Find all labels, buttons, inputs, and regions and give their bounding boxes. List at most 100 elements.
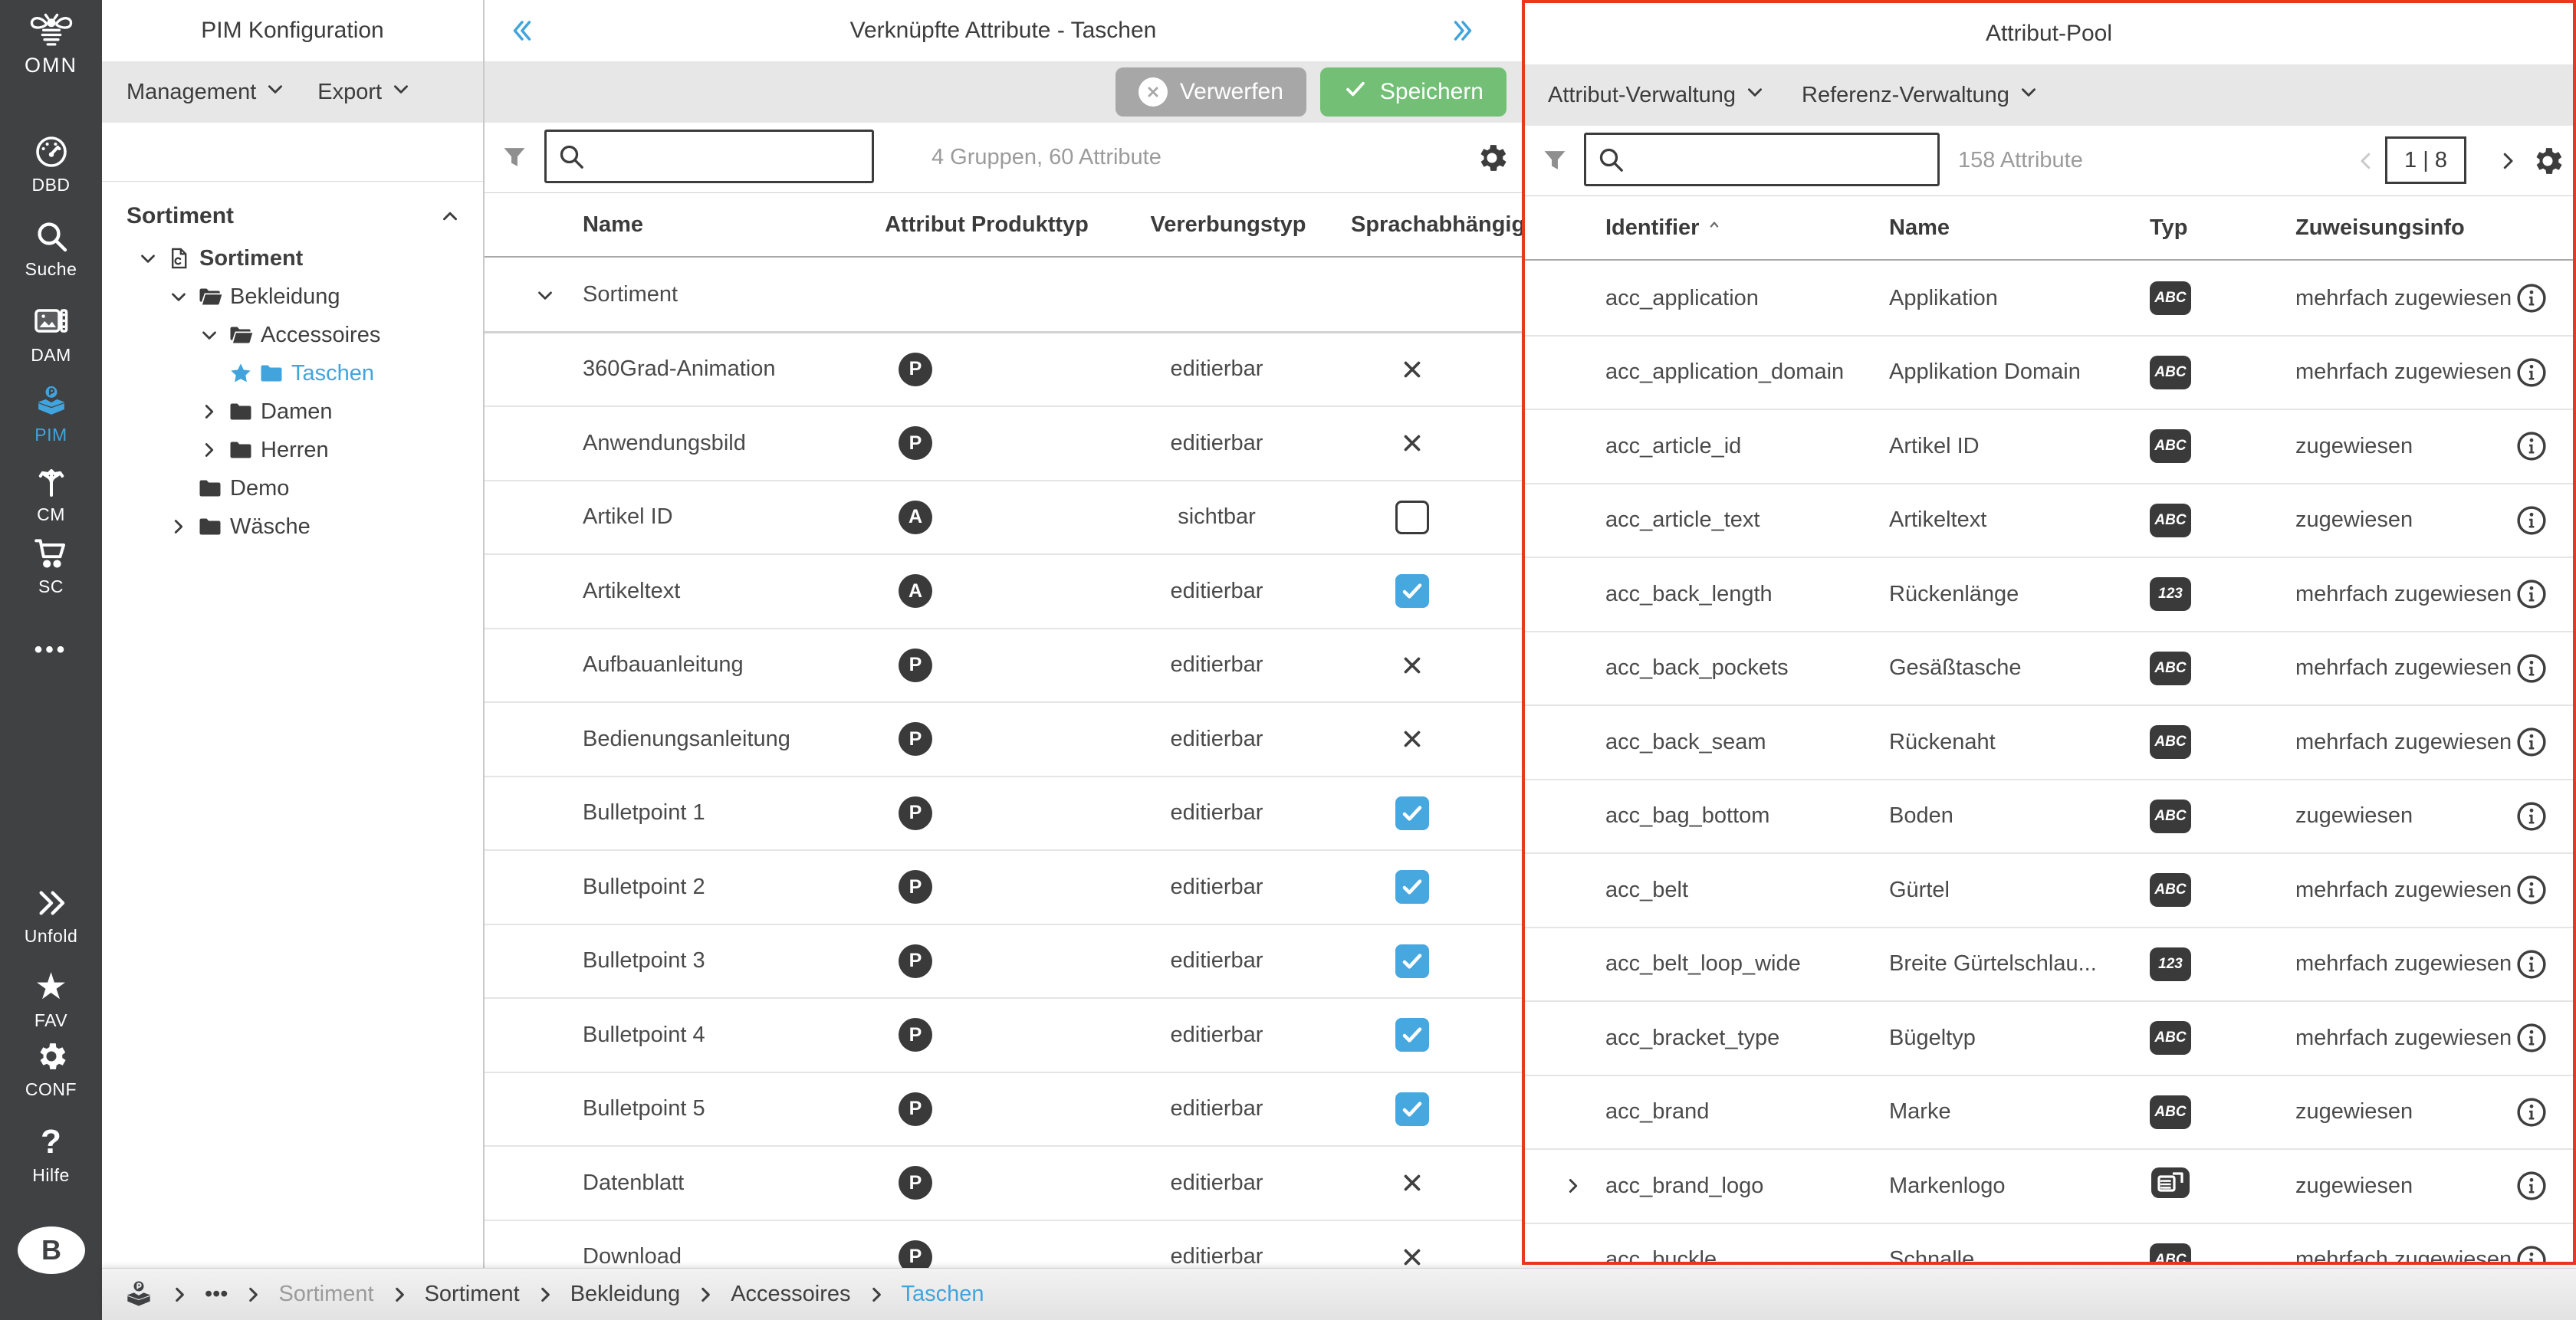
table-row[interactable]: DatenblattPeditierbar [485, 1147, 1522, 1221]
user-avatar[interactable]: B [18, 1226, 85, 1274]
info-icon[interactable] [2514, 558, 2549, 631]
table-row[interactable]: AufbauanleitungPeditierbar [485, 629, 1522, 704]
tree-item-w-sche[interactable]: Wäsche [102, 507, 483, 546]
info-icon[interactable] [2514, 262, 2549, 335]
chevron-down-icon[interactable] [534, 259, 564, 331]
language-dependent-checkbox[interactable] [1395, 1018, 1429, 1052]
table-row[interactable]: Bulletpoint 4Peditierbar [485, 999, 1522, 1073]
page-indicator[interactable]: 1 | 8 [2385, 136, 2466, 184]
table-row[interactable]: AnwendungsbildPeditierbar [485, 407, 1522, 481]
attribute-group-row[interactable]: Sortiment [485, 259, 1522, 333]
collapse-section-icon[interactable] [439, 205, 462, 228]
language-dependent-checkbox[interactable] [1395, 574, 1429, 608]
filter-funnel-icon[interactable] [500, 143, 529, 176]
breadcrumb-home-icon[interactable] [123, 1279, 154, 1310]
filter-funnel-icon[interactable] [1540, 146, 1569, 179]
table-row[interactable]: acc_brandMarkeABCzugewiesen [1525, 1076, 2573, 1151]
info-icon[interactable] [2514, 1150, 2549, 1223]
column-header-vererbungstyp[interactable]: Vererbungstyp [1113, 194, 1343, 256]
table-row[interactable]: acc_brand_logoMarkenlogozugewiesen [1525, 1150, 2573, 1224]
language-dependent-checkbox[interactable] [1395, 870, 1429, 904]
language-dependent-checkbox[interactable] [1395, 501, 1429, 534]
attribut-verwaltung-menu[interactable]: Attribut-Verwaltung [1548, 82, 1765, 108]
breadcrumb-item[interactable]: Taschen [902, 1282, 984, 1307]
column-header-sprachabhaengig[interactable]: Sprachabhängig [1351, 194, 1522, 256]
sidebar-item-dam[interactable]: DAM [0, 302, 102, 366]
table-row[interactable]: acc_application_domainApplikation Domain… [1525, 337, 2573, 411]
sidebar-item-cm[interactable]: CM [0, 461, 102, 525]
column-header-identifier[interactable]: Identifier [1605, 197, 1722, 259]
table-row[interactable]: acc_back_seamRückenahtABCmehrfach zugewi… [1525, 706, 2573, 780]
sidebar-item-fav[interactable]: ★FAV [0, 967, 102, 1031]
search-input[interactable] [1626, 147, 1937, 172]
column-header-name[interactable]: Name [583, 194, 643, 256]
sidebar-item-dbd[interactable]: DBD [0, 132, 102, 195]
expand-row-icon[interactable] [1562, 1150, 1592, 1223]
chevron-right-icon[interactable] [198, 400, 227, 423]
table-row[interactable]: Artikel IDAsichtbar [485, 481, 1522, 556]
breadcrumb-item[interactable]: Sortiment [425, 1282, 520, 1307]
info-icon[interactable] [2514, 854, 2549, 927]
table-row[interactable]: acc_bracket_typeBügeltypABCmehrfach zuge… [1525, 1002, 2573, 1076]
table-row[interactable]: acc_article_textArtikeltextABCzugewiesen [1525, 484, 2573, 559]
table-row[interactable]: ArtikeltextAeditierbar [485, 555, 1522, 629]
chevron-down-icon[interactable] [136, 247, 166, 270]
save-button[interactable]: Speichern [1320, 67, 1506, 117]
info-icon[interactable] [2514, 1224, 2549, 1266]
sidebar-item-suche[interactable]: Suche [0, 216, 102, 280]
tree-item-sortiment[interactable]: Sortiment [102, 239, 483, 277]
chevron-right-icon[interactable] [167, 515, 196, 538]
info-icon[interactable] [2514, 632, 2549, 705]
chevron-down-icon[interactable] [167, 285, 196, 308]
table-row[interactable]: acc_applicationApplikationABCmehrfach zu… [1525, 262, 2573, 337]
breadcrumb-item[interactable]: Bekleidung [570, 1282, 681, 1307]
table-row[interactable]: Bulletpoint 5Peditierbar [485, 1073, 1522, 1148]
breadcrumb-item[interactable]: Sortiment [278, 1282, 373, 1307]
sidebar-item-unfold[interactable]: Unfold [0, 883, 102, 947]
search-input[interactable] [586, 144, 872, 169]
page-previous-icon[interactable] [2354, 147, 2377, 179]
language-dependent-checkbox[interactable] [1395, 944, 1429, 978]
info-icon[interactable] [2514, 484, 2549, 557]
discard-button[interactable]: Verwerfen [1116, 67, 1306, 117]
tree-item-bekleidung[interactable]: Bekleidung [102, 277, 483, 316]
column-header-produkttyp[interactable]: Attribut Produkttyp [872, 194, 1102, 256]
tree-item-demo[interactable]: Demo [102, 469, 483, 507]
info-icon[interactable] [2514, 410, 2549, 483]
table-row[interactable]: acc_back_lengthRückenlänge123mehrfach zu… [1525, 558, 2573, 632]
table-row[interactable]: acc_buckleSchnalleABCmehrfach zugewiesen [1525, 1224, 2573, 1266]
table-row[interactable]: 360Grad-AnimationPeditierbar [485, 333, 1522, 408]
tree-item-taschen[interactable]: Taschen [102, 354, 483, 392]
panel-collapse-right-icon[interactable] [1448, 0, 1477, 61]
table-row[interactable]: acc_article_idArtikel IDABCzugewiesen [1525, 410, 2573, 484]
sidebar-item-more[interactable]: ••• [0, 630, 102, 670]
info-icon[interactable] [2514, 1076, 2549, 1149]
table-row[interactable]: BedienungsanleitungPeditierbar [485, 703, 1522, 777]
table-row[interactable]: acc_belt_loop_wideBreite Gürtelschlau...… [1525, 928, 2573, 1003]
info-icon[interactable] [2514, 1002, 2549, 1075]
table-row[interactable]: Bulletpoint 3Peditierbar [485, 925, 1522, 1000]
referenz-verwaltung-menu[interactable]: Referenz-Verwaltung [1802, 82, 2039, 108]
gear-icon[interactable] [2530, 143, 2565, 182]
language-dependent-checkbox[interactable] [1395, 1092, 1429, 1126]
breadcrumb-item[interactable]: Accessoires [731, 1282, 850, 1307]
chevron-down-icon[interactable] [198, 323, 227, 346]
language-dependent-checkbox[interactable] [1395, 796, 1429, 830]
favorite-star-icon[interactable] [228, 361, 258, 386]
table-row[interactable]: Bulletpoint 2Peditierbar [485, 851, 1522, 925]
tree-item-damen[interactable]: Damen [102, 392, 483, 431]
breadcrumb-more-item[interactable]: ••• [205, 1282, 228, 1307]
management-menu[interactable]: Management [127, 79, 285, 105]
page-next-icon[interactable] [2496, 147, 2519, 179]
chevron-right-icon[interactable] [198, 438, 227, 461]
table-row[interactable]: acc_beltGürtelABCmehrfach zugewiesen [1525, 854, 2573, 928]
column-header-name[interactable]: Name [1889, 197, 1950, 259]
export-menu[interactable]: Export [317, 79, 411, 105]
sidebar-item-omn[interactable]: OMN [0, 11, 102, 77]
sidebar-item-conf[interactable]: CONF [0, 1036, 102, 1100]
table-row[interactable]: acc_back_pocketsGesäßtascheABCmehrfach z… [1525, 632, 2573, 707]
tree-item-herren[interactable]: Herren [102, 431, 483, 469]
info-icon[interactable] [2514, 337, 2549, 409]
info-icon[interactable] [2514, 928, 2549, 1001]
gear-icon[interactable] [1474, 140, 1510, 179]
